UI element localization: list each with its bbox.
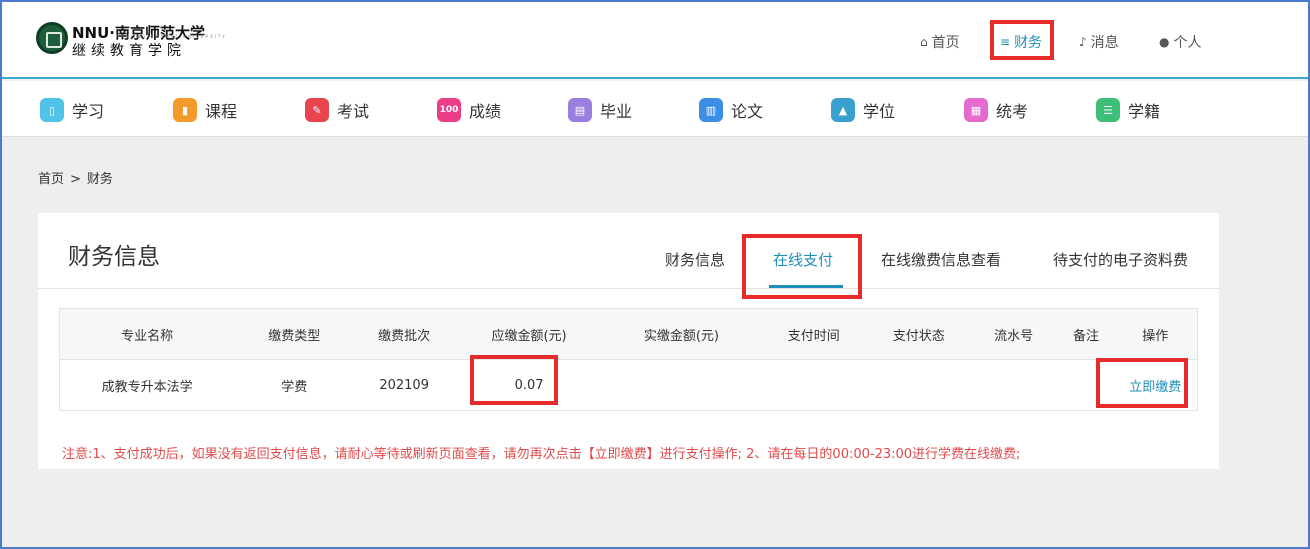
nav-label-degree: 学位 bbox=[863, 102, 896, 121]
logo-english-name: NANJING NORMAL UNIVERSITY bbox=[116, 34, 227, 39]
header-serial-number: 流水号 bbox=[968, 308, 1059, 360]
pencil-icon: ✎ bbox=[305, 98, 329, 122]
app-window: NNU·南京师范大学 NANJING NORMAL UNIVERSITY 继续教… bbox=[0, 0, 1310, 549]
cell-payment-status bbox=[868, 359, 969, 411]
nav-label-exam: 考试 bbox=[337, 102, 370, 121]
page-title: 财务信息 bbox=[68, 244, 160, 270]
logo[interactable]: NNU·南京师范大学 NANJING NORMAL UNIVERSITY 继续教… bbox=[36, 20, 225, 60]
payment-table: 专业名称 缴费类型 缴费批次 应缴金额(元) 实缴金额(元) 支付时间 支付状态… bbox=[59, 308, 1198, 411]
university-seal-icon bbox=[36, 22, 68, 54]
nav-item-course[interactable]: ▮ 课程 bbox=[173, 97, 237, 123]
list-icon: ☰ bbox=[1096, 98, 1120, 122]
header-amount-paid: 实缴金额(元) bbox=[604, 308, 759, 360]
nav-label-score: 成绩 bbox=[469, 102, 502, 121]
header-fee-type: 缴费类型 bbox=[234, 308, 355, 360]
nav-label-course: 课程 bbox=[205, 102, 238, 121]
tab-payment-records[interactable]: 在线缴费信息查看 bbox=[881, 249, 1001, 270]
nav-label-graduation: 毕业 bbox=[600, 102, 633, 121]
score-100-icon: 100 bbox=[437, 98, 461, 122]
home-icon: ⌂ bbox=[920, 35, 928, 49]
topnav-messages[interactable]: ♪ 消息 bbox=[1079, 32, 1119, 52]
table-header-row: 专业名称 缴费类型 缴费批次 应缴金额(元) 实缴金额(元) 支付时间 支付状态… bbox=[59, 308, 1198, 360]
breadcrumb: 首页 > 财务 bbox=[38, 168, 119, 187]
certificate-icon: ▤ bbox=[568, 98, 592, 122]
finance-card: 财务信息 财务信息 在线支付 在线缴费信息查看 待支付的电子资料费 专业名称 缴… bbox=[38, 213, 1219, 469]
nav-label-study: 学习 bbox=[72, 102, 105, 121]
highlight-box-online-payment-tab bbox=[742, 234, 862, 299]
nav-item-study[interactable]: ▯ 学习 bbox=[40, 97, 104, 123]
graduation-cap-icon: ▲ bbox=[831, 98, 855, 122]
logo-subtitle: 继续教育学院 bbox=[72, 43, 186, 59]
cell-batch: 202109 bbox=[354, 359, 455, 411]
header-remark: 备注 bbox=[1058, 308, 1114, 360]
header-payment-status: 支付状态 bbox=[868, 308, 969, 360]
header-batch: 缴费批次 bbox=[354, 308, 455, 360]
nav-item-graduation[interactable]: ▤ 毕业 bbox=[568, 97, 632, 123]
highlight-box-amount-due bbox=[470, 355, 558, 405]
cell-serial-number bbox=[968, 359, 1059, 411]
nav-item-degree[interactable]: ▲ 学位 bbox=[831, 97, 895, 123]
header-amount-due: 应缴金额(元) bbox=[454, 308, 604, 360]
header-action: 操作 bbox=[1113, 308, 1198, 360]
book-open-icon: ▯ bbox=[40, 98, 64, 122]
nav-label-registry: 学籍 bbox=[1128, 102, 1161, 121]
document-icon: ▥ bbox=[699, 98, 723, 122]
breadcrumb-separator: > bbox=[70, 172, 81, 187]
bookmark-icon: ▮ bbox=[173, 98, 197, 122]
payment-notice: 注意:1、支付成功后，如果没有返回支付信息，请耐心等待或刷新页面查看，请勿再次点… bbox=[62, 447, 1021, 462]
cell-payment-time bbox=[758, 359, 869, 411]
table-row: 成教专升本法学 学费 202109 0.07 立即缴费 bbox=[59, 359, 1198, 411]
nav-item-registry[interactable]: ☰ 学籍 bbox=[1096, 97, 1160, 123]
topnav-home[interactable]: ⌂ 首页 bbox=[920, 32, 960, 52]
cell-major: 成教专升本法学 bbox=[59, 359, 235, 411]
breadcrumb-current: 财务 bbox=[86, 172, 113, 187]
user-icon: ● bbox=[1159, 35, 1170, 49]
highlight-box-pay-now bbox=[1096, 358, 1188, 408]
topnav-personal-label: 个人 bbox=[1173, 35, 1202, 51]
tab-pending-material-fee[interactable]: 待支付的电子资料费 bbox=[1053, 249, 1188, 270]
topnav-messages-label: 消息 bbox=[1090, 35, 1119, 51]
main-nav: ▯ 学习 ▮ 课程 ✎ 考试 100 成绩 ▤ 毕业 ▥ 论文 ▲ 学位 ▦ 统 bbox=[2, 81, 1308, 137]
breadcrumb-home[interactable]: 首页 bbox=[38, 172, 64, 187]
header-major: 专业名称 bbox=[59, 308, 235, 360]
nav-item-unified-exam[interactable]: ▦ 统考 bbox=[964, 97, 1028, 123]
highlight-box-finance bbox=[990, 20, 1054, 60]
exam-icon: ▦ bbox=[964, 98, 988, 122]
nav-label-thesis: 论文 bbox=[731, 102, 764, 121]
topnav-home-label: 首页 bbox=[931, 35, 960, 51]
cell-fee-type: 学费 bbox=[234, 359, 355, 411]
top-header: NNU·南京师范大学 NANJING NORMAL UNIVERSITY 继续教… bbox=[2, 2, 1308, 79]
nav-item-exam[interactable]: ✎ 考试 bbox=[305, 97, 369, 123]
tab-finance-info[interactable]: 财务信息 bbox=[665, 249, 725, 270]
header-payment-time: 支付时间 bbox=[758, 308, 869, 360]
card-divider bbox=[38, 288, 1219, 289]
nav-label-unified-exam: 统考 bbox=[996, 102, 1029, 121]
nav-item-score[interactable]: 100 成绩 bbox=[437, 97, 501, 123]
nav-item-thesis[interactable]: ▥ 论文 bbox=[699, 97, 763, 123]
bell-icon: ♪ bbox=[1079, 35, 1087, 49]
cell-amount-paid bbox=[604, 359, 759, 411]
topnav-personal[interactable]: ● 个人 bbox=[1159, 32, 1201, 52]
